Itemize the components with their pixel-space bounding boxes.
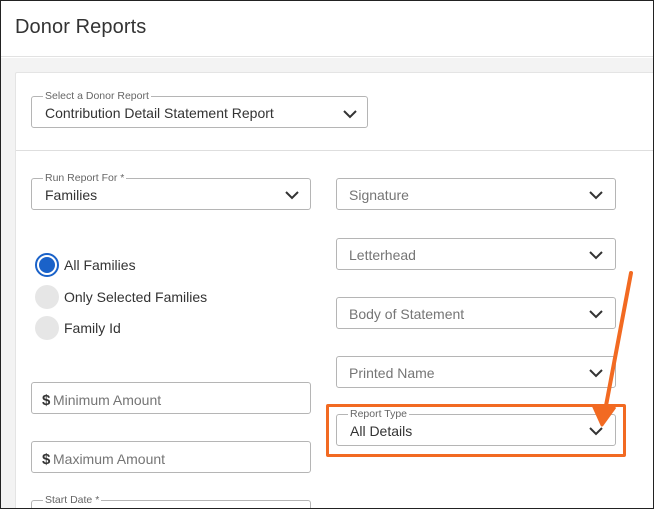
- chevron-down-icon: [588, 368, 604, 378]
- chevron-down-icon: [588, 190, 604, 200]
- donor-report-value: Contribution Detail Statement Report: [45, 105, 274, 121]
- maximum-amount-input[interactable]: $ Maximum Amount: [31, 441, 311, 473]
- start-date-label: Start Date *: [43, 493, 102, 507]
- donor-report-label: Select a Donor Report: [43, 89, 151, 103]
- dollar-icon: $: [42, 392, 51, 409]
- start-date-field[interactable]: Start Date *: [31, 493, 311, 508]
- chevron-down-icon: [588, 309, 604, 319]
- app-window: Donor Reports Select a Donor Report Cont…: [0, 0, 654, 509]
- page-header: Donor Reports: [1, 1, 653, 57]
- maximum-amount-placeholder: Maximum Amount: [53, 451, 166, 467]
- run-report-for-label: Run Report For *: [43, 171, 127, 185]
- dollar-icon: $: [42, 451, 51, 468]
- radio-button[interactable]: [35, 316, 59, 340]
- radio-button-selected[interactable]: [35, 253, 59, 277]
- radio-label: All Families: [64, 257, 136, 273]
- radio-label: Family Id: [64, 320, 121, 336]
- signature-placeholder: Signature: [349, 187, 409, 203]
- signature-select[interactable]: Signature: [336, 178, 616, 210]
- radio-only-selected-families[interactable]: Only Selected Families: [35, 285, 207, 309]
- radio-button[interactable]: [35, 285, 59, 309]
- chevron-down-icon: [284, 190, 300, 200]
- minimum-amount-input[interactable]: $ Minimum Amount: [31, 382, 311, 414]
- annotation-highlight-box: [326, 404, 626, 457]
- chevron-down-icon: [588, 250, 604, 260]
- page-title: Donor Reports: [15, 16, 147, 38]
- radio-label: Only Selected Families: [64, 289, 208, 305]
- minimum-amount-placeholder: Minimum Amount: [53, 392, 162, 408]
- letterhead-select[interactable]: Letterhead: [336, 238, 616, 270]
- radio-all-families[interactable]: All Families: [35, 253, 136, 277]
- run-report-for-select[interactable]: Run Report For * Families: [31, 171, 311, 210]
- section-divider: [16, 150, 653, 151]
- body-of-statement-placeholder: Body of Statement: [349, 306, 465, 322]
- body-of-statement-select[interactable]: Body of Statement: [336, 297, 616, 329]
- letterhead-placeholder: Letterhead: [349, 247, 416, 263]
- printed-name-select[interactable]: Printed Name: [336, 356, 616, 388]
- printed-name-placeholder: Printed Name: [349, 365, 435, 381]
- run-report-for-value: Families: [45, 187, 98, 203]
- donor-report-select[interactable]: Select a Donor Report Contribution Detai…: [31, 89, 368, 128]
- chevron-down-icon: [342, 109, 358, 119]
- radio-family-id[interactable]: Family Id: [35, 316, 121, 340]
